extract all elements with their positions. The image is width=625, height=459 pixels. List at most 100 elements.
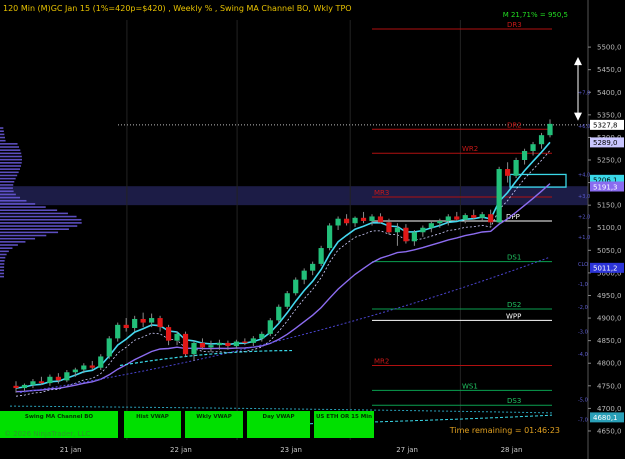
price-badge-label: 5289,0	[593, 139, 618, 147]
candle-body	[488, 214, 494, 223]
candle-body	[462, 215, 468, 220]
candle-body	[318, 248, 324, 264]
candle-body	[505, 169, 511, 176]
candle-body	[445, 216, 451, 221]
profile-bar	[0, 222, 82, 224]
price-badge-label: 5327,8	[593, 122, 618, 130]
profile-bar	[0, 253, 7, 256]
profile-bar	[0, 275, 5, 278]
candle-body	[327, 225, 333, 249]
candle-body	[521, 150, 528, 160]
candle-body	[547, 123, 553, 136]
candle-body	[343, 218, 350, 224]
axis-tick-label: 5050,0	[597, 247, 622, 255]
profile-bar	[0, 130, 4, 132]
profile-bar	[0, 158, 22, 161]
axis-tick-label: 4900,0	[597, 315, 622, 323]
profile-bar	[0, 244, 18, 246]
candle-body	[377, 216, 384, 223]
profile-bar	[0, 225, 78, 227]
axis-tick-label: 4950,0	[597, 292, 622, 300]
axis-tick-label: 4700,0	[597, 405, 622, 413]
candle-body	[454, 216, 460, 220]
percent-label: +7,0	[578, 90, 590, 96]
price-chart[interactable]: DR3DR2WR2MR3DPPDS1DS2WPPMR2WS1DS3 5500,0…	[0, 0, 625, 459]
profile-bar	[0, 215, 77, 218]
profile-bar	[0, 162, 22, 164]
profile-bar	[0, 263, 5, 265]
candle-body	[165, 327, 172, 341]
date-label: 23 jan	[280, 446, 302, 454]
percent-label: -4,0	[578, 352, 588, 358]
profile-bar	[0, 168, 20, 170]
copyright-text: © 2026 NinjaTrader, LLC	[4, 430, 91, 438]
hist-vwap-button[interactable]: Hist VWAP	[124, 411, 181, 438]
candle-body	[81, 365, 87, 370]
level-label-ds1: DS1	[507, 254, 521, 262]
candle-body	[386, 222, 392, 233]
profile-bar	[0, 272, 5, 275]
profile-bar	[0, 260, 5, 262]
percent-label: +3,0	[578, 194, 590, 200]
candle-body	[310, 263, 316, 271]
candle-body	[479, 214, 485, 218]
candle-body	[301, 270, 307, 280]
level-label-wr2: WR2	[462, 145, 478, 153]
percent-label: -7,0	[578, 418, 588, 424]
candle-body	[191, 342, 197, 355]
percent-label: +6,0	[578, 124, 590, 130]
profile-bar	[0, 237, 36, 240]
axis-tick-label: 4750,0	[597, 382, 622, 390]
axis-tick-label: 4850,0	[597, 337, 622, 345]
candle-body	[199, 342, 206, 348]
profile-bar	[0, 203, 36, 205]
wkly-vwap-button[interactable]: Wkly VWAP	[185, 411, 243, 438]
profile-bar	[0, 212, 68, 215]
candle-body	[267, 320, 273, 334]
profile-bar	[0, 139, 6, 142]
day-vwap-button[interactable]: Day VWAP	[247, 411, 310, 438]
us-eth-or-button[interactable]: US ETH OR 15 Min	[314, 411, 374, 438]
candle-body	[123, 324, 129, 328]
profile-bar	[0, 269, 5, 272]
profile-bar	[0, 155, 22, 158]
candle-body	[284, 293, 290, 307]
level-label-dr3: DR3	[507, 21, 522, 29]
percent-label: +1,0	[578, 235, 590, 241]
price-badge-label: 5191,3	[593, 183, 618, 191]
percent-label: -2,0	[578, 305, 588, 311]
candle-body	[293, 279, 299, 294]
profile-bar	[0, 127, 4, 129]
date-label: 27 jan	[396, 446, 418, 454]
axis-tick-label: 5500,0	[597, 44, 622, 52]
candle-body	[132, 318, 138, 328]
profile-bar	[0, 136, 5, 139]
profile-bar	[0, 174, 18, 177]
level-label-mr3: MR3	[374, 189, 389, 197]
time-remaining: Time remaining = 01:46:23	[449, 426, 560, 435]
profile-bar	[0, 187, 13, 189]
profile-bar	[0, 171, 19, 174]
profile-bar	[0, 241, 26, 243]
candle-body	[89, 365, 95, 368]
percent-label: +2,0	[578, 214, 590, 220]
price-badge-label: 5011,2	[593, 265, 618, 273]
profile-bar	[0, 250, 9, 253]
candle-body	[394, 227, 401, 233]
candle-body	[106, 338, 112, 357]
candle-body	[538, 135, 545, 145]
candle-body	[115, 324, 121, 339]
profile-bar	[0, 133, 5, 136]
profile-bar	[0, 181, 15, 183]
candle-body	[437, 220, 443, 224]
candle-body	[55, 376, 61, 381]
candle-body	[182, 333, 189, 355]
axis-tick-label: 5250,0	[597, 157, 622, 165]
profile-bar	[0, 228, 69, 230]
profile-bar	[0, 234, 47, 237]
candle-body	[276, 306, 282, 321]
axis-tick-label: 5450,0	[597, 66, 622, 74]
candle-body	[360, 217, 367, 221]
percent-label: -3,0	[578, 330, 588, 336]
candle-body	[13, 385, 19, 389]
